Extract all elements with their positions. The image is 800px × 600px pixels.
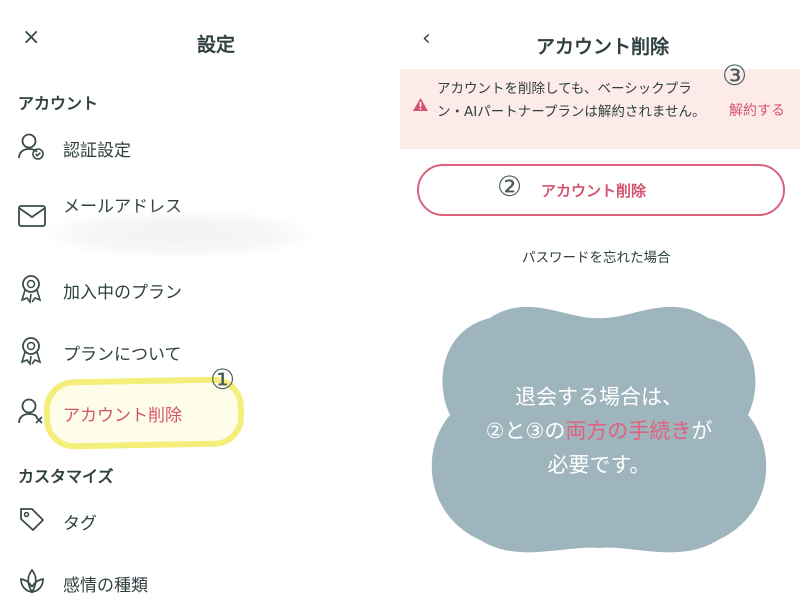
menu-item-label: タグ [63, 514, 97, 534]
page-title: 設定 [197, 34, 236, 56]
annotation-3: ③ [722, 59, 748, 92]
menu-item-emotion[interactable]: 感情の種類 [18, 565, 378, 600]
email-value-blurred [52, 212, 307, 256]
page-title: アカウント削除 [536, 36, 670, 58]
cloud-line-1: 退会する場合は、 [515, 385, 683, 409]
warning-icon [412, 97, 429, 112]
menu-item-label: 加入中のプラン [63, 283, 182, 303]
chevron-left-icon[interactable]: ‹ [422, 26, 431, 51]
section-customize: カスタマイズ [18, 467, 114, 486]
forgot-password-link[interactable]: パスワードを忘れた場合 [522, 246, 671, 266]
annotation-2: ② [497, 170, 523, 203]
cloud-message: 退会する場合は、 ②と③の両方の手続きが 必要です。 [418, 380, 780, 482]
settings-panel: × 設定 アカウント 認証設定 メールアドレス 加入中のプラン プランについて … [0, 0, 400, 600]
cancel-subscription-link[interactable]: 解約する [729, 100, 785, 120]
annotation-1: ① [210, 363, 236, 396]
section-account: アカウント [18, 94, 99, 113]
menu-item-tag[interactable]: タグ [18, 503, 378, 539]
cloud-line-2: ②と③の両方の手続きが [418, 414, 780, 448]
mail-icon [18, 205, 46, 227]
menu-item-label: 認証設定 [63, 141, 131, 161]
menu-item-label: アカウント削除 [63, 406, 182, 426]
menu-item-current-plan[interactable]: 加入中のプラン [18, 272, 378, 308]
award-icon [18, 336, 44, 366]
user-check-icon [18, 132, 46, 162]
award-icon [18, 274, 44, 304]
cloud-line-3: 必要です。 [547, 453, 651, 477]
menu-item-label: プランについて [63, 345, 182, 365]
menu-item-delete-account[interactable]: アカウント削除 [18, 395, 378, 431]
user-remove-icon [18, 397, 46, 427]
tag-icon [18, 505, 46, 535]
cloud-line-2-highlight: 両方の手続き [565, 419, 692, 443]
warning-text: アカウントを削除しても、ベーシックプラン・AIパートナープランは解約されません。 [437, 81, 706, 120]
menu-item-auth[interactable]: 認証設定 [18, 130, 378, 166]
cloud-line-2-prefix: ②と③の [485, 419, 566, 443]
close-icon[interactable]: × [22, 25, 40, 50]
menu-item-label: 感情の種類 [63, 576, 148, 596]
menu-item-about-plan[interactable]: プランについて [18, 334, 378, 370]
delete-account-button-label: アカウント削除 [541, 182, 647, 200]
lotus-icon [18, 567, 46, 597]
cloud-line-2-suffix: が [691, 419, 713, 443]
